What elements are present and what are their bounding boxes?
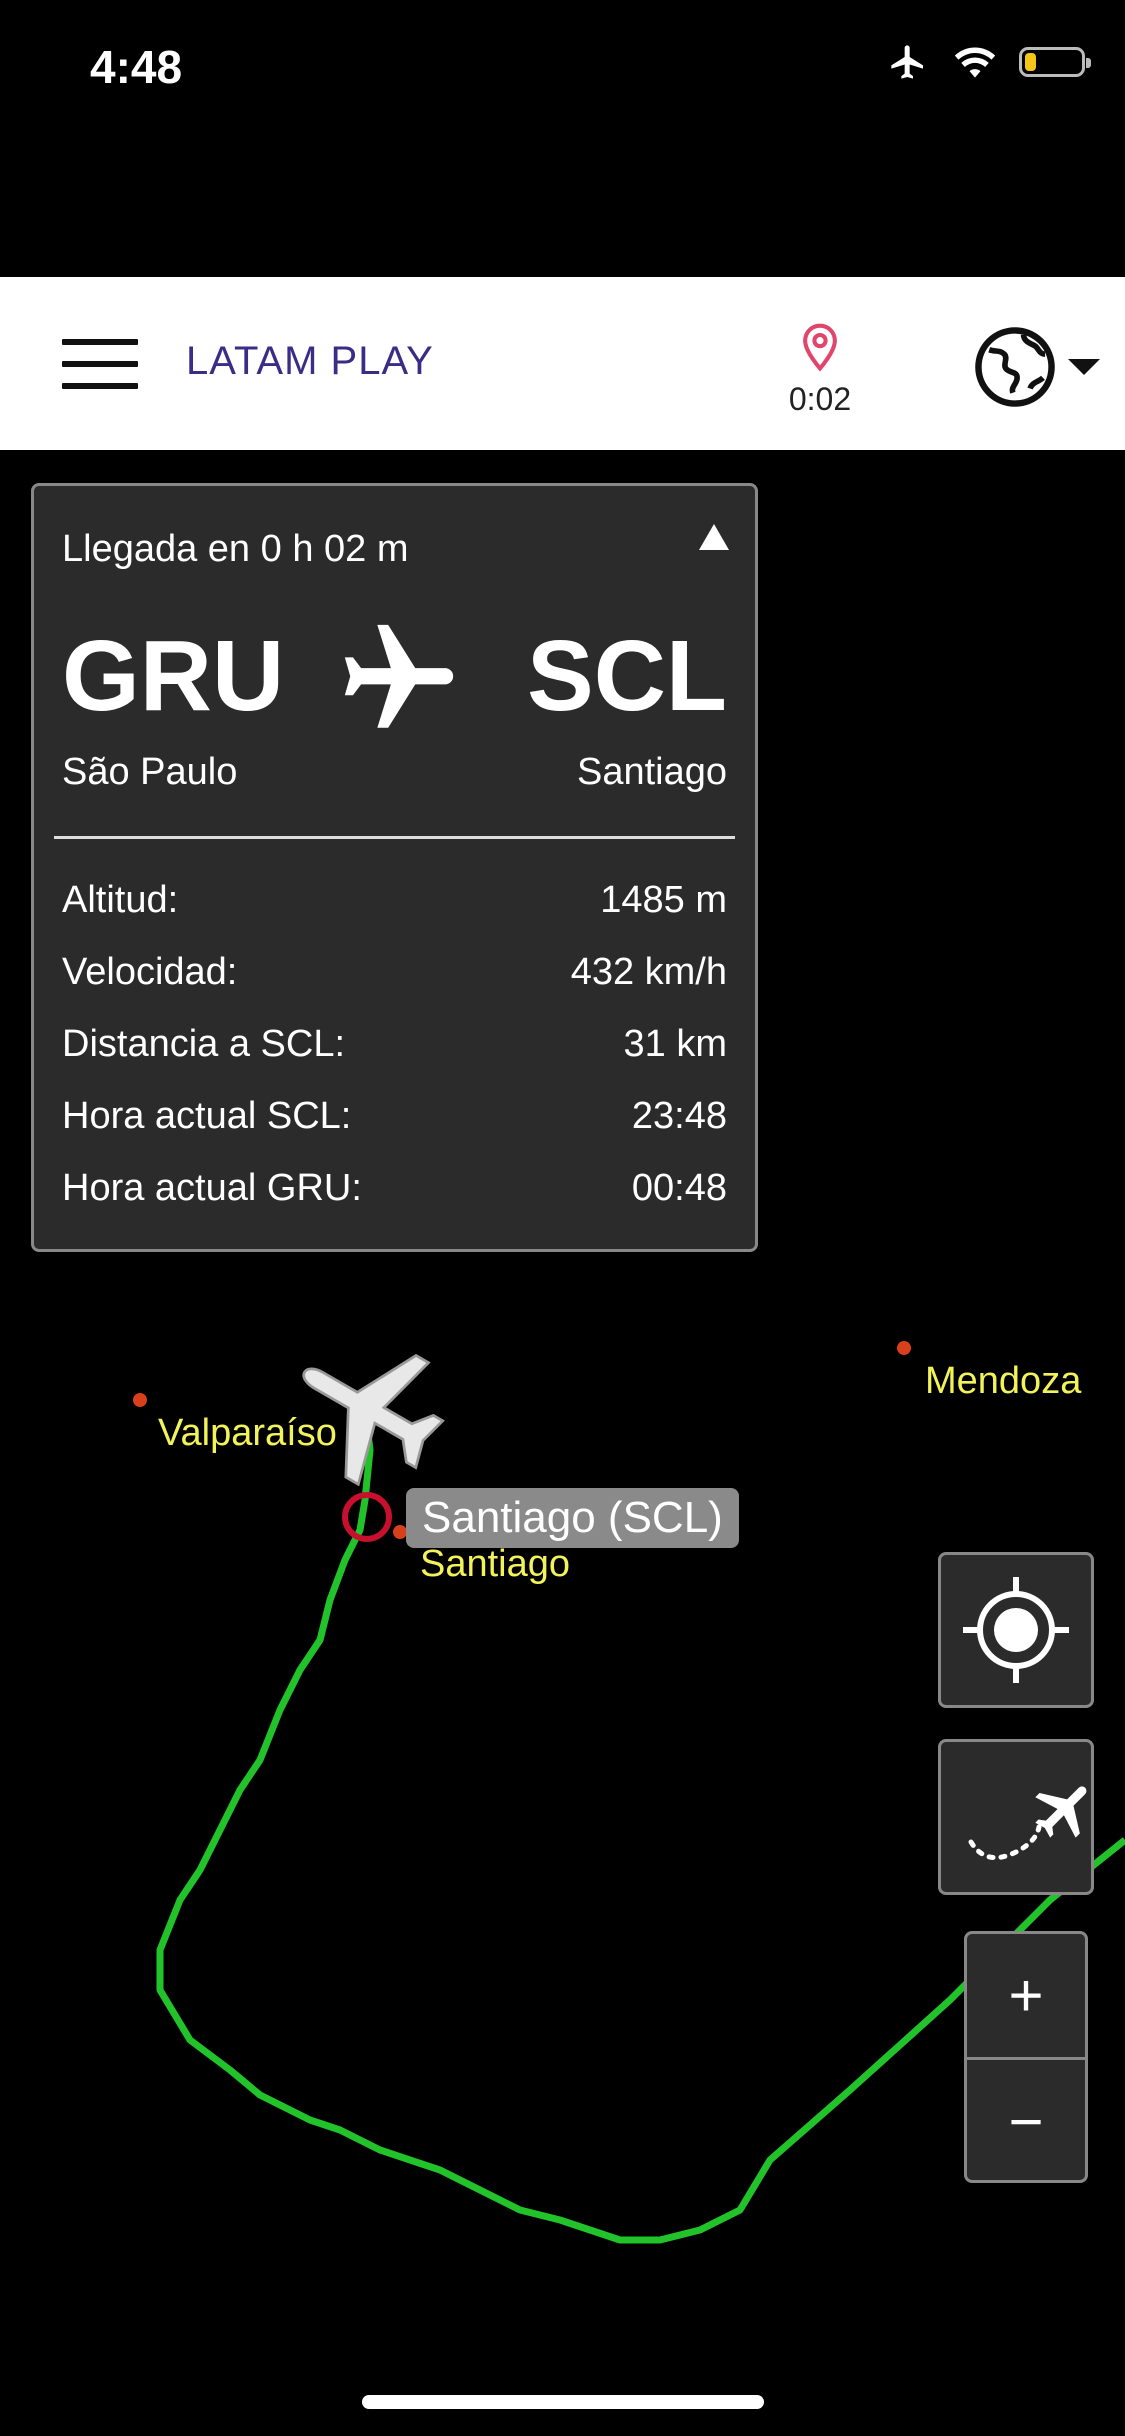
stat-label: Altitud:	[62, 879, 179, 921]
city-label-santiago: Santiago	[420, 1543, 571, 1585]
stat-label: Velocidad:	[62, 951, 238, 993]
wifi-icon	[954, 47, 996, 78]
arrival-eta[interactable]: 0:02	[780, 322, 860, 418]
stat-label: Hora actual SCL:	[62, 1095, 352, 1137]
stat-time-gru: Hora actual GRU: 00:48	[62, 1167, 727, 1239]
mendoza-dot	[897, 1341, 911, 1355]
stat-altitude: Altitud: 1485 m	[62, 879, 727, 951]
show-flight-path-button[interactable]	[938, 1739, 1094, 1895]
stat-value: 432 km/h	[570, 951, 727, 993]
globe-icon	[975, 327, 1055, 407]
stat-speed: Velocidad: 432 km/h	[62, 951, 727, 1023]
chevron-down-icon	[1068, 359, 1100, 375]
arrival-countdown: Llegada en 0 h 02 m	[62, 528, 409, 570]
airplane-mode-icon	[891, 45, 923, 79]
collapse-panel-icon[interactable]	[699, 524, 729, 550]
crosshair-icon	[963, 1577, 1069, 1683]
stat-value: 23:48	[631, 1095, 727, 1137]
app-header: LATAM PLAY 0:02	[0, 277, 1125, 450]
divider	[54, 836, 735, 839]
city-label-mendoza: Mendoza	[925, 1360, 1082, 1402]
flight-path-icon	[968, 1786, 1087, 1861]
airport-tag: Santiago (SCL)	[406, 1488, 739, 1548]
valparaiso-dot	[133, 1393, 147, 1407]
aircraft-icon	[302, 1353, 445, 1487]
center-on-plane-button[interactable]	[938, 1552, 1094, 1708]
status-icons	[885, 42, 1091, 82]
arrival-eta-time: 0:02	[788, 381, 852, 417]
origin-city: São Paulo	[62, 751, 238, 793]
stat-distance: Distancia a SCL: 31 km	[62, 1023, 727, 1095]
hamburger-menu-icon[interactable]	[62, 339, 138, 389]
flight-info-panel: Llegada en 0 h 02 m GRU SCL São Paulo Sa…	[31, 483, 758, 1252]
status-time: 4:48	[90, 41, 183, 93]
zoom-out-button[interactable]: −	[967, 2060, 1085, 2180]
zoom-in-button[interactable]: +	[967, 1934, 1085, 2057]
destination-code: SCL	[527, 620, 727, 732]
stat-value: 31 km	[623, 1023, 727, 1065]
stat-value: 1485 m	[600, 879, 727, 921]
santiago-dot	[393, 1525, 407, 1539]
location-pin-icon	[803, 323, 837, 372]
stat-value: 00:48	[631, 1167, 727, 1209]
destination-city: Santiago	[576, 751, 727, 793]
flight-stats: Altitud: 1485 m Velocidad: 432 km/h Dist…	[62, 879, 727, 1239]
airplane-icon	[344, 624, 454, 728]
stat-label: Hora actual GRU:	[62, 1167, 362, 1209]
brand-logo: LATAM PLAY	[186, 339, 434, 383]
home-indicator[interactable]	[362, 2395, 764, 2409]
stat-label: Distancia a SCL:	[62, 1023, 346, 1065]
battery-icon	[1019, 47, 1091, 77]
stat-time-scl: Hora actual SCL: 23:48	[62, 1095, 727, 1167]
zoom-controls: + −	[964, 1931, 1088, 2183]
language-selector[interactable]	[972, 322, 1112, 412]
status-bar: 4:48	[0, 0, 1125, 140]
origin-code: GRU	[62, 620, 285, 732]
